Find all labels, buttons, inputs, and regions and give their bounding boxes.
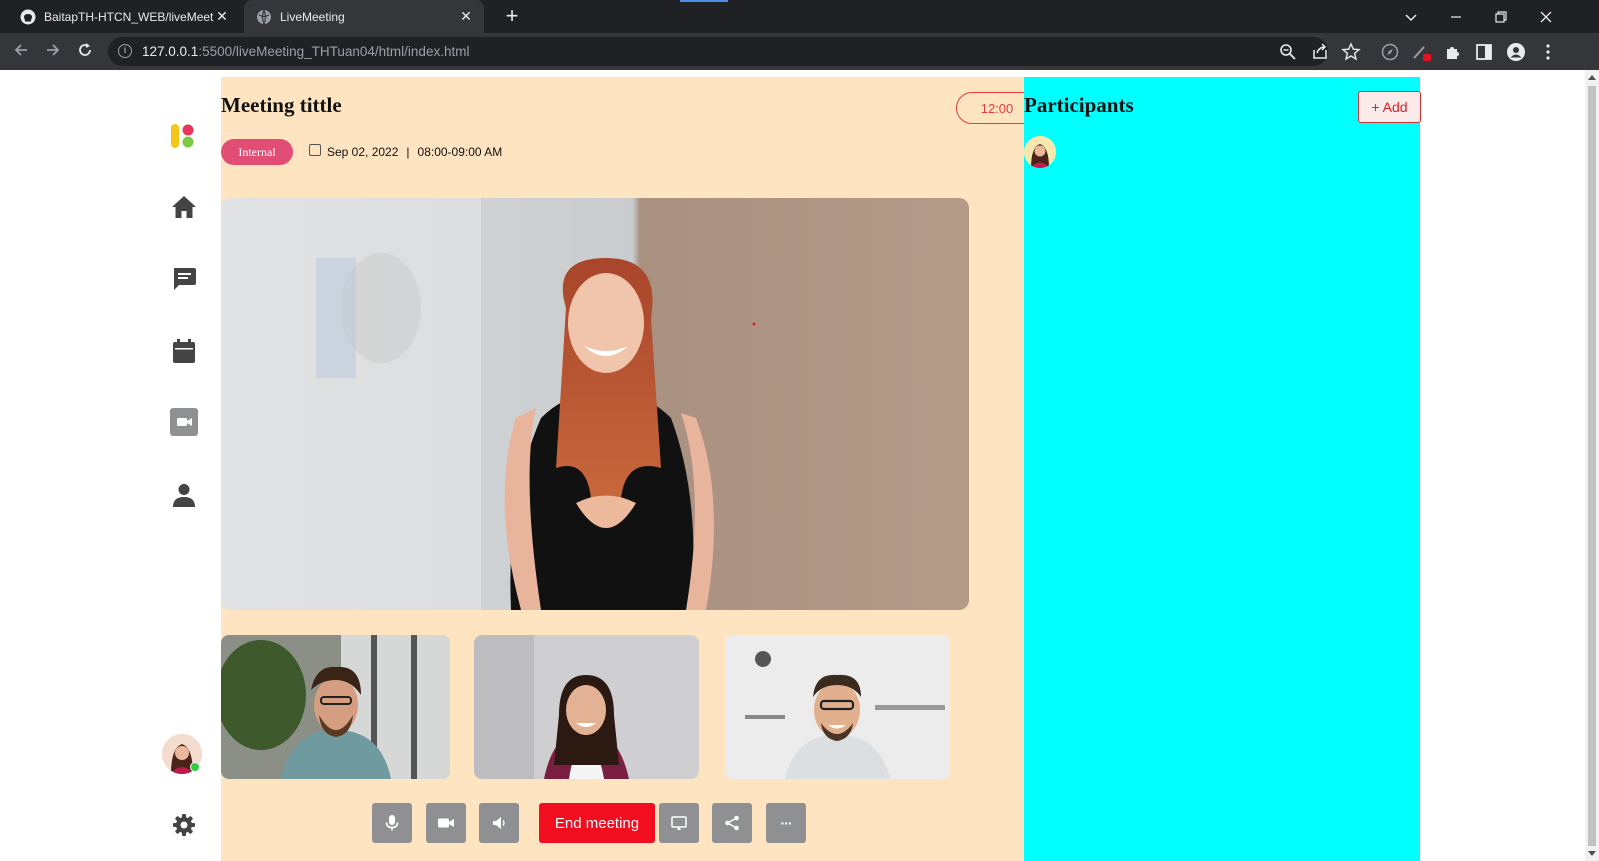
gear-icon[interactable] <box>170 811 198 839</box>
main-video[interactable] <box>221 198 969 610</box>
video-camera-icon <box>438 818 454 828</box>
more-options-button[interactable]: ··· <box>766 803 806 843</box>
participant-image-1 <box>221 635 450 779</box>
close-tab-icon[interactable]: ✕ <box>458 8 474 25</box>
participant-avatar[interactable] <box>1024 136 1056 168</box>
scroll-up-arrow-icon[interactable] <box>1588 75 1596 80</box>
extensions-icon[interactable] <box>1443 42 1463 62</box>
speaker-button[interactable] <box>479 803 519 843</box>
url-host: 127.0.0.1 <box>142 44 199 59</box>
pen-extension-icon[interactable] <box>1411 42 1431 62</box>
url-text: 127.0.0.1:5500/liveMeeting_THTuan04/html… <box>142 44 469 59</box>
participant-avatar-image <box>1024 136 1056 168</box>
calendar-icon[interactable] <box>170 337 198 365</box>
meeting-date: Sep 02, 2022 <box>327 145 399 159</box>
meeting-hours: 08:00-09:00 AM <box>417 145 503 159</box>
browser-toolbar: i 127.0.0.1:5500/liveMeeting_THTuan04/ht… <box>0 33 1599 70</box>
internal-tag: Internal <box>221 139 293 165</box>
page-scrollbar[interactable] <box>1585 70 1599 861</box>
globe-icon <box>257 9 271 24</box>
participant-video-3[interactable] <box>725 635 950 779</box>
forward-icon[interactable] <box>40 39 66 65</box>
browser-tab-livemeeting[interactable]: LiveMeeting ✕ <box>244 0 484 33</box>
meeting-title: Meeting tittle <box>221 93 342 117</box>
close-window-icon[interactable] <box>1523 0 1569 33</box>
github-icon <box>20 9 36 24</box>
meeting-controls: End meeting ··· <box>221 803 1040 843</box>
compass-extension-icon[interactable] <box>1380 42 1400 62</box>
site-info-icon[interactable]: i <box>118 44 132 58</box>
share-page-icon[interactable] <box>1310 42 1330 62</box>
meta-separator: | <box>406 145 410 159</box>
page: Meeting tittle 12:00 Internal Sep 02, 20… <box>0 70 1585 861</box>
sidebar <box>150 70 220 861</box>
bookmark-star-icon[interactable] <box>1341 42 1361 62</box>
microphone-icon <box>385 815 399 831</box>
meeting-meta: Sep 02, 2022 | 08:00-09:00 AM <box>309 144 503 159</box>
side-panel-icon[interactable] <box>1474 42 1494 62</box>
scrollbar-thumb[interactable] <box>1588 86 1596 846</box>
chat-icon[interactable] <box>170 265 198 293</box>
tab-search-icon[interactable] <box>1388 0 1434 33</box>
participants-title: Participants <box>1024 93 1134 117</box>
close-tab-icon[interactable]: ✕ <box>214 8 230 25</box>
tab-title: BaitapTH-HTCN_WEB/liveMeeting <box>44 9 214 24</box>
meeting-panel: Meeting tittle 12:00 Internal Sep 02, 20… <box>221 77 1040 861</box>
share-button[interactable] <box>712 803 752 843</box>
add-participant-button[interactable]: + Add <box>1358 91 1421 123</box>
cast-icon <box>671 816 687 830</box>
url-path: :5500/liveMeeting_THTuan04/html/index.ht… <box>198 44 470 59</box>
screen-share-button[interactable] <box>659 803 699 843</box>
share-icon <box>725 815 739 831</box>
participants-panel: Participants + Add <box>1024 77 1421 861</box>
online-status-dot <box>190 762 200 772</box>
video-icon[interactable] <box>170 408 198 436</box>
back-icon[interactable] <box>8 39 34 65</box>
zoom-icon[interactable] <box>1278 42 1298 62</box>
restore-icon[interactable] <box>1478 0 1524 33</box>
profile-icon[interactable] <box>1506 42 1526 62</box>
address-bar[interactable]: i 127.0.0.1:5500/liveMeeting_THTuan04/ht… <box>108 37 1328 66</box>
participant-video-2[interactable] <box>474 635 699 779</box>
mic-button[interactable] <box>372 803 412 843</box>
reload-icon[interactable] <box>72 39 98 65</box>
volume-icon <box>493 817 505 829</box>
video-camera-icon <box>177 418 192 426</box>
app-logo-icon <box>171 124 194 148</box>
tab-title: LiveMeeting <box>280 9 345 24</box>
new-tab-button[interactable]: + <box>500 4 524 28</box>
participant-image-3 <box>725 635 950 779</box>
home-icon[interactable] <box>170 193 198 221</box>
tab-indicator <box>680 0 728 2</box>
participant-image-2 <box>474 635 699 779</box>
browser-menu-icon[interactable] <box>1538 42 1558 62</box>
speaker-image <box>221 198 969 610</box>
user-icon[interactable] <box>170 481 198 509</box>
camera-button[interactable] <box>426 803 466 843</box>
end-meeting-button[interactable]: End meeting <box>539 803 655 843</box>
browser-tabbar: BaitapTH-HTCN_WEB/liveMeeting ✕ LiveMeet… <box>0 0 1599 33</box>
browser-tab-github[interactable]: BaitapTH-HTCN_WEB/liveMeeting ✕ <box>8 0 240 33</box>
minimize-icon[interactable] <box>1433 0 1479 33</box>
calendar-small-icon <box>309 144 321 156</box>
scroll-down-arrow-icon[interactable] <box>1588 851 1596 856</box>
participant-video-1[interactable] <box>221 635 450 779</box>
